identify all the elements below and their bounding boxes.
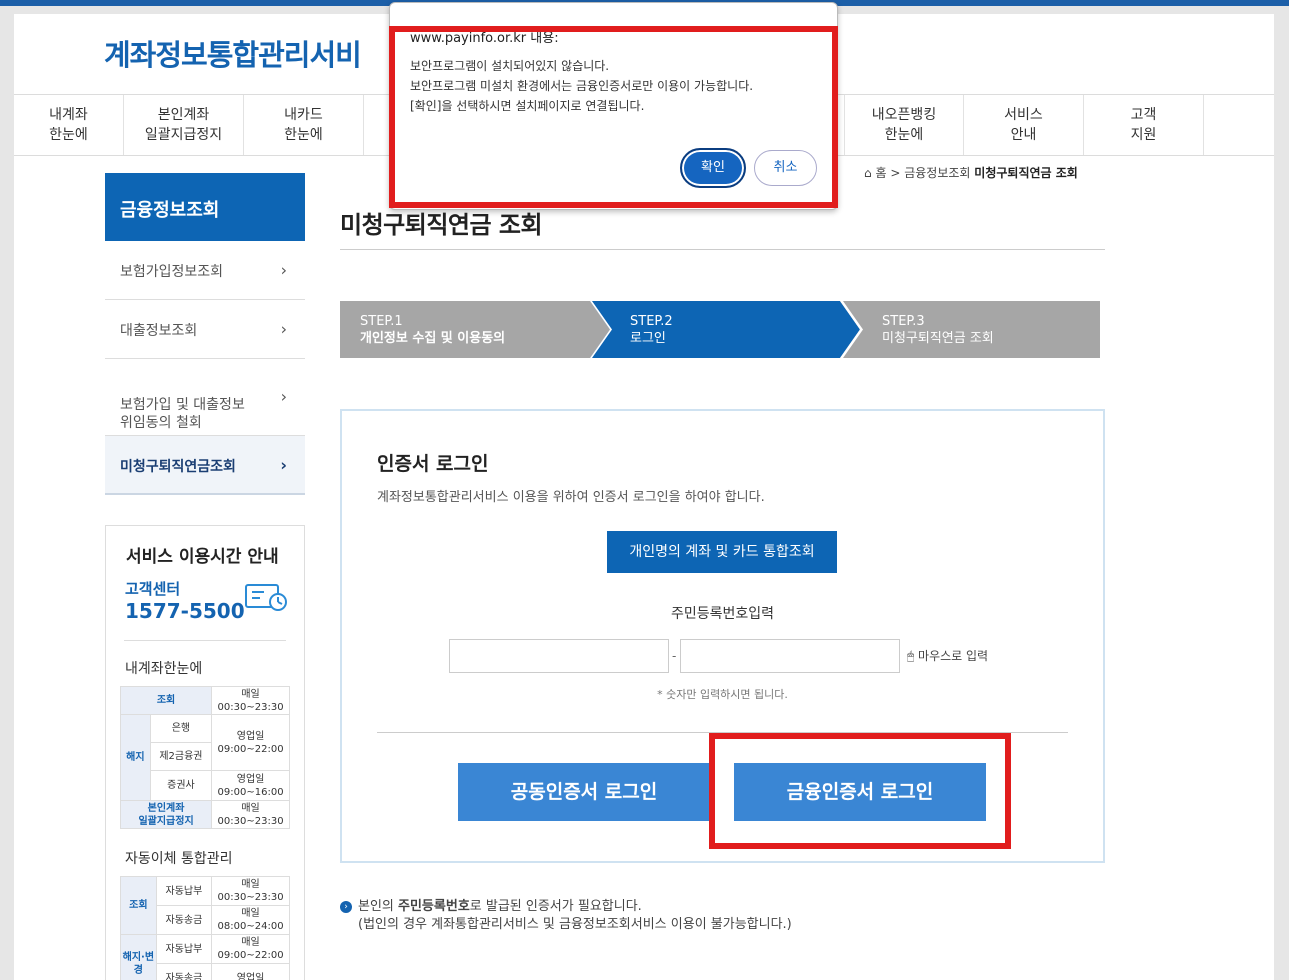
table-cell: 매일 00:30~23:30 <box>211 876 290 906</box>
table-cell: 해지·변경 <box>120 934 157 980</box>
side-nav-label: 보험가입 및 대출정보 위임동의 철회 <box>120 397 245 431</box>
customer-center-label: 고객센터 <box>125 580 181 598</box>
mouse-icon: 🖱 <box>907 649 915 663</box>
rrn-label: 주민등록번호입력 <box>670 606 775 622</box>
chevron-right-icon: › <box>280 387 287 406</box>
step-indicator: STEP.1 개인정보 수집 및 이용동의 STEP.2 로그인 STEP.3 … <box>340 301 1100 358</box>
step-label: 로그인 <box>630 331 666 346</box>
side-nav-label: 미청구퇴직연금조회 <box>120 459 236 475</box>
gnb-item-customer-support[interactable]: 고객 지원 <box>1084 95 1204 155</box>
table-cell: 자동송금 <box>155 963 213 980</box>
info-bullet-icon: › <box>340 901 352 913</box>
table-cell: 은행 <box>149 714 213 743</box>
step-1: STEP.1 개인정보 수집 및 이용동의 <box>340 301 590 358</box>
section-auto-transfer: 자동이체 통합관리 <box>125 851 233 867</box>
side-nav-label: 대출정보조회 <box>120 323 198 339</box>
dialog-highlight-box <box>389 26 838 208</box>
input-note: * 숫자만 입력하시면 됩니다. <box>657 688 788 701</box>
info-line-1: 본인의 주민등록번호로 발급된 인증서가 필요합니다. <box>358 899 642 914</box>
breadcrumb: ⌂ 홈 > 금융정보조회 미청구퇴직연금 조회 <box>864 164 1104 181</box>
breadcrumb-home[interactable]: 홈 <box>875 166 886 180</box>
login-description: 계좌정보통합관리서비스 이용을 위하여 인증서 로그인을 하여야 합니다. <box>377 490 765 505</box>
rrn-back-input[interactable] <box>680 639 900 673</box>
side-nav-item-loan[interactable]: 대출정보조회 › <box>105 300 305 359</box>
breadcrumb-parent[interactable]: 금융정보조회 <box>904 166 970 180</box>
gnb-item-my-cards[interactable]: 내카드 한눈에 <box>244 95 364 155</box>
site-logo[interactable]: 계좌정보통합관리서비 <box>104 32 362 74</box>
chevron-right-icon: › <box>280 260 287 280</box>
highlight-box <box>709 733 1011 849</box>
info-line-2: (법인의 경우 계좌통합관리서비스 및 금융정보조회서비스 이용이 불가능합니다… <box>358 917 792 932</box>
table-cell: 자동납부 <box>155 934 213 964</box>
mouse-input-button[interactable]: 🖱 마우스로 입력 <box>907 647 988 664</box>
table-cell: 영업일 09:00~16:00 <box>211 770 290 801</box>
divider <box>340 249 1105 250</box>
table-cell: 조회 <box>119 686 213 715</box>
table-cell: 자동납부 <box>155 876 213 906</box>
gnb-item-service-info[interactable]: 서비스 안내 <box>964 95 1084 155</box>
side-nav-title: 금융정보조회 <box>105 173 305 241</box>
rrn-front-input[interactable] <box>449 639 669 673</box>
rrn-dash: - <box>672 649 677 663</box>
card-clock-icon <box>245 584 287 611</box>
mouse-input-label: 마우스로 입력 <box>918 649 989 663</box>
table-cell: 매일 09:00~22:00 <box>211 934 290 964</box>
section-my-accounts: 내계좌한눈에 <box>125 661 203 677</box>
chevron-right-icon: › <box>280 455 287 474</box>
side-nav-item-withdraw-consent[interactable]: 보험가입 및 대출정보 위임동의 철회 › <box>105 359 305 436</box>
step-number: STEP.3 <box>882 314 925 329</box>
step-2: STEP.2 로그인 <box>610 301 840 358</box>
table-cell: 매일 00:30~23:30 <box>211 686 290 715</box>
chevron-right-icon: › <box>280 319 287 339</box>
login-box: 인증서 로그인 계좌정보통합관리서비스 이용을 위하여 인증서 로그인을 하여야… <box>340 409 1105 863</box>
table-cell: 제2금융권 <box>149 742 213 771</box>
table-cell: 조회 <box>120 876 157 935</box>
step-label: 개인정보 수집 및 이용동의 <box>360 331 506 346</box>
gnb-item-my-accounts[interactable]: 내계좌 한눈에 <box>14 95 124 155</box>
gnb-item-open-banking[interactable]: 내오픈뱅킹 한눈에 <box>844 95 964 155</box>
breadcrumb-sep: > <box>890 166 901 180</box>
side-nav-label: 보험가입정보조회 <box>120 264 224 280</box>
table-cell: 매일 00:30~23:30 <box>211 800 290 829</box>
step-3: STEP.3 미청구퇴직연금 조회 <box>862 301 1100 358</box>
hours-table-auto-transfer: 조회 자동납부 매일 00:30~23:30 자동송금 매일 08:00~24:00… <box>120 876 290 980</box>
table-cell: 해지 <box>120 714 151 801</box>
breadcrumb-current: 미청구퇴직연금 조회 <box>974 166 1078 180</box>
step-number: STEP.1 <box>360 314 403 329</box>
service-hours-title: 서비스 이용시간 안내 <box>126 547 279 567</box>
service-hours-panel: 서비스 이용시간 안내 고객센터 1577-5500 내계좌한눈에 조회 매일 0… <box>105 525 305 980</box>
page-title: 미청구퇴직연금 조회 <box>340 211 543 239</box>
side-nav-item-insurance[interactable]: 보험가입정보조회 › <box>105 241 305 300</box>
integrated-inquiry-button[interactable]: 개인명의 계좌 및 카드 통합조회 <box>607 531 837 573</box>
table-cell: 영업일 09:00~22:00 <box>211 714 290 771</box>
table-cell: 본인계좌 일괄지급정지 <box>119 800 213 829</box>
home-icon[interactable]: ⌂ <box>864 166 872 180</box>
table-cell: 자동송금 <box>155 905 213 935</box>
table-cell: 매일 08:00~24:00 <box>211 905 290 935</box>
login-title: 인증서 로그인 <box>377 453 489 475</box>
table-cell: 증권사 <box>149 770 213 801</box>
hours-table-accounts: 조회 매일 00:30~23:30 해지 은행 영업일 09:00~22:00 제2… <box>119 686 290 829</box>
step-label: 미청구퇴직연금 조회 <box>882 331 994 346</box>
table-cell: 영업일 <box>211 963 290 980</box>
gnb-item-payment-stop[interactable]: 본인계좌 일괄지급정지 <box>124 95 244 155</box>
step-number: STEP.2 <box>630 314 673 329</box>
divider <box>124 640 286 641</box>
customer-center-phone: 1577-5500 <box>125 599 245 623</box>
side-nav-item-pension[interactable]: 미청구퇴직연금조회 › <box>105 436 305 495</box>
joint-certificate-login-button[interactable]: 공동인증서 로그인 <box>458 763 710 821</box>
side-nav: 금융정보조회 보험가입정보조회 › 대출정보조회 › 보험가입 및 대출정보 위… <box>105 173 305 495</box>
